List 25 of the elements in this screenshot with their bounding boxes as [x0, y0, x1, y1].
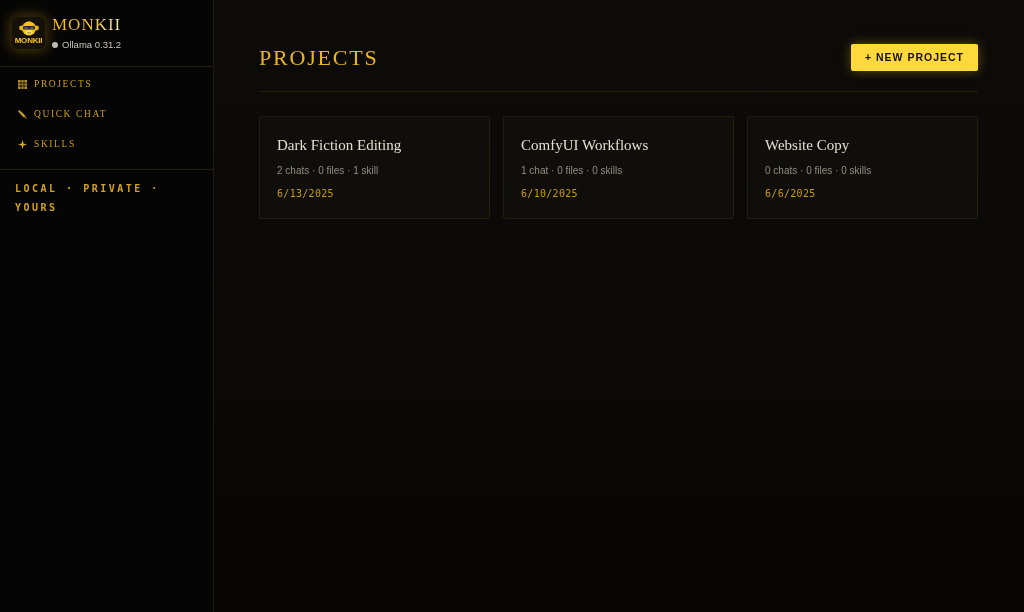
- logo-text: MONKII: [14, 37, 43, 45]
- project-date: 6/10/2025: [521, 187, 579, 200]
- nav-item[interactable]: SKILLS: [0, 129, 213, 159]
- project-card[interactable]: Website Copy 0 chats · 0 files · 0 skills 6/6/2025: [747, 116, 978, 219]
- tagline: LOCAL · PRIVATE · YOURS: [14, 182, 161, 215]
- project-card[interactable]: Dark Fiction Editing 2 chats · 0 files · 1 skill 6/13/2025: [259, 116, 490, 219]
- project-stats: 1 chat · 0 files · 0 skills: [521, 164, 624, 177]
- nav-item[interactable]: QUICK CHAT: [0, 99, 213, 129]
- grid-icon: [18, 79, 27, 89]
- project-stats: 2 chats · 0 files · 1 skill: [277, 164, 380, 177]
- server-version: Ollama 0.31.2: [62, 38, 122, 51]
- project-name: ComfyUI Workflows: [521, 136, 650, 154]
- new-project-button[interactable]: + NEW PROJECT: [850, 43, 978, 71]
- project-name: Dark Fiction Editing: [277, 136, 403, 154]
- nav-item[interactable]: PROJECTS: [0, 69, 213, 99]
- status-dot-icon: [52, 41, 58, 48]
- project-card[interactable]: ComfyUI Workflows 1 chat · 0 files · 0 skills 6/10/2025: [503, 116, 734, 219]
- project-date: 6/13/2025: [277, 187, 335, 200]
- sparkle-icon: [18, 139, 27, 149]
- project-stats: 0 chats · 0 files · 0 skills: [765, 164, 873, 177]
- monkey-icon: [18, 21, 39, 36]
- page-title: PROJECTS: [259, 43, 379, 71]
- pencil-icon: [18, 109, 27, 119]
- project-date: 6/6/2025: [765, 187, 817, 200]
- project-name: Website Copy: [765, 136, 851, 154]
